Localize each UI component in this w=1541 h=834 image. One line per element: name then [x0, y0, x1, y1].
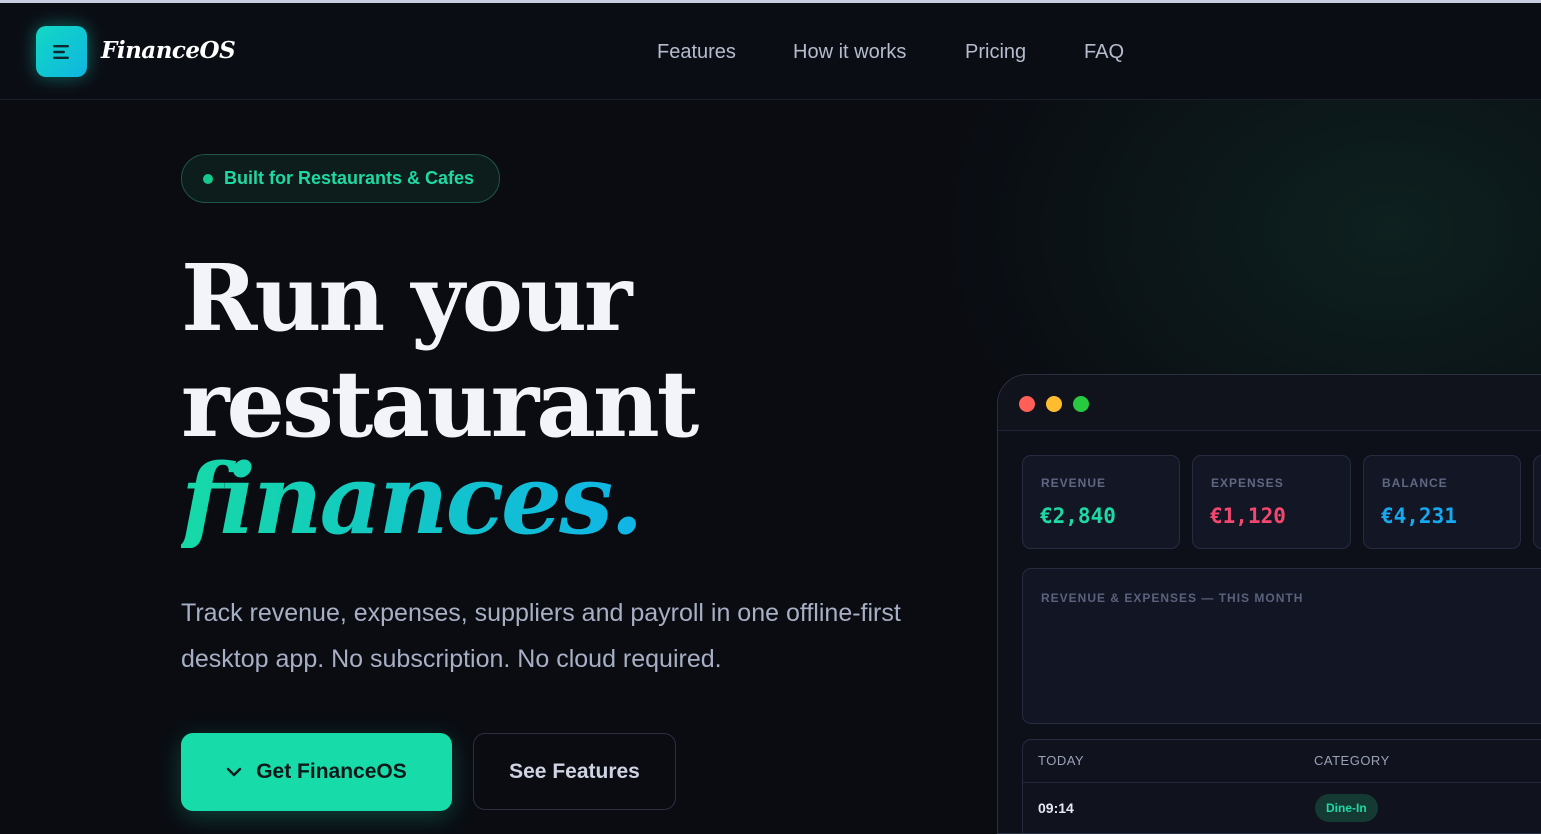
see-features-label: See Features — [509, 759, 640, 783]
chart-title: REVENUE & EXPENSES — THIS MONTH — [1041, 591, 1304, 605]
chevron-down-icon — [227, 767, 242, 777]
window-titlebar — [998, 375, 1541, 431]
nav-how-it-works[interactable]: How it works — [793, 41, 906, 64]
card-value: €2,840 — [1040, 504, 1116, 528]
hero-subtitle: Track revenue, expenses, suppliers and p… — [181, 599, 901, 673]
close-dot-icon — [1019, 396, 1035, 412]
card-label: EXPENSES — [1211, 476, 1284, 490]
transactions-table: TODAY CATEGORY 09:14 Dine-In — [1022, 739, 1541, 833]
site-header: FinanceOS Features How it works Pricing … — [0, 3, 1541, 100]
menu-lines-icon — [52, 44, 69, 59]
extra-card — [1533, 455, 1541, 549]
hero-badge: Built for Restaurants & Cafes — [181, 154, 500, 203]
hero-title-line2: restaurant — [181, 350, 699, 458]
hero-title-accent: finances. — [181, 443, 644, 556]
card-value: €1,120 — [1210, 504, 1286, 528]
nav-faq[interactable]: FAQ — [1084, 41, 1124, 64]
table-divider — [1023, 782, 1541, 783]
app-preview-window: REVENUE €2,840 EXPENSES €1,120 BALANCE €… — [997, 374, 1541, 834]
card-value: €4,231 — [1381, 504, 1457, 528]
card-label: REVENUE — [1041, 476, 1107, 490]
category-tag: Dine-In — [1315, 794, 1378, 822]
nav-features[interactable]: Features — [657, 41, 736, 64]
card-label: BALANCE — [1382, 476, 1448, 490]
balance-card: BALANCE €4,231 — [1363, 455, 1521, 549]
table-row-time: 09:14 — [1038, 800, 1074, 816]
hero-title-line1: Run your — [181, 244, 632, 352]
revenue-card: REVENUE €2,840 — [1022, 455, 1180, 549]
see-features-button[interactable]: See Features — [473, 733, 676, 810]
hero-badge-text: Built for Restaurants & Cafes — [224, 168, 475, 188]
get-financeos-button[interactable]: Get FinanceOS — [181, 733, 452, 811]
get-financeos-label: Get FinanceOS — [256, 760, 407, 783]
brand-name[interactable]: FinanceOS — [101, 37, 236, 64]
expenses-card: EXPENSES €1,120 — [1192, 455, 1351, 549]
logo-menu-icon[interactable] — [36, 26, 87, 77]
nav-pricing[interactable]: Pricing — [965, 41, 1026, 64]
status-dot-icon — [203, 173, 213, 184]
table-header-today: TODAY — [1038, 753, 1085, 768]
maximize-dot-icon — [1073, 396, 1089, 412]
minimize-dot-icon — [1046, 396, 1062, 412]
revenue-expenses-chart: REVENUE & EXPENSES — THIS MONTH — [1022, 568, 1541, 724]
table-header-category: CATEGORY — [1314, 753, 1390, 768]
